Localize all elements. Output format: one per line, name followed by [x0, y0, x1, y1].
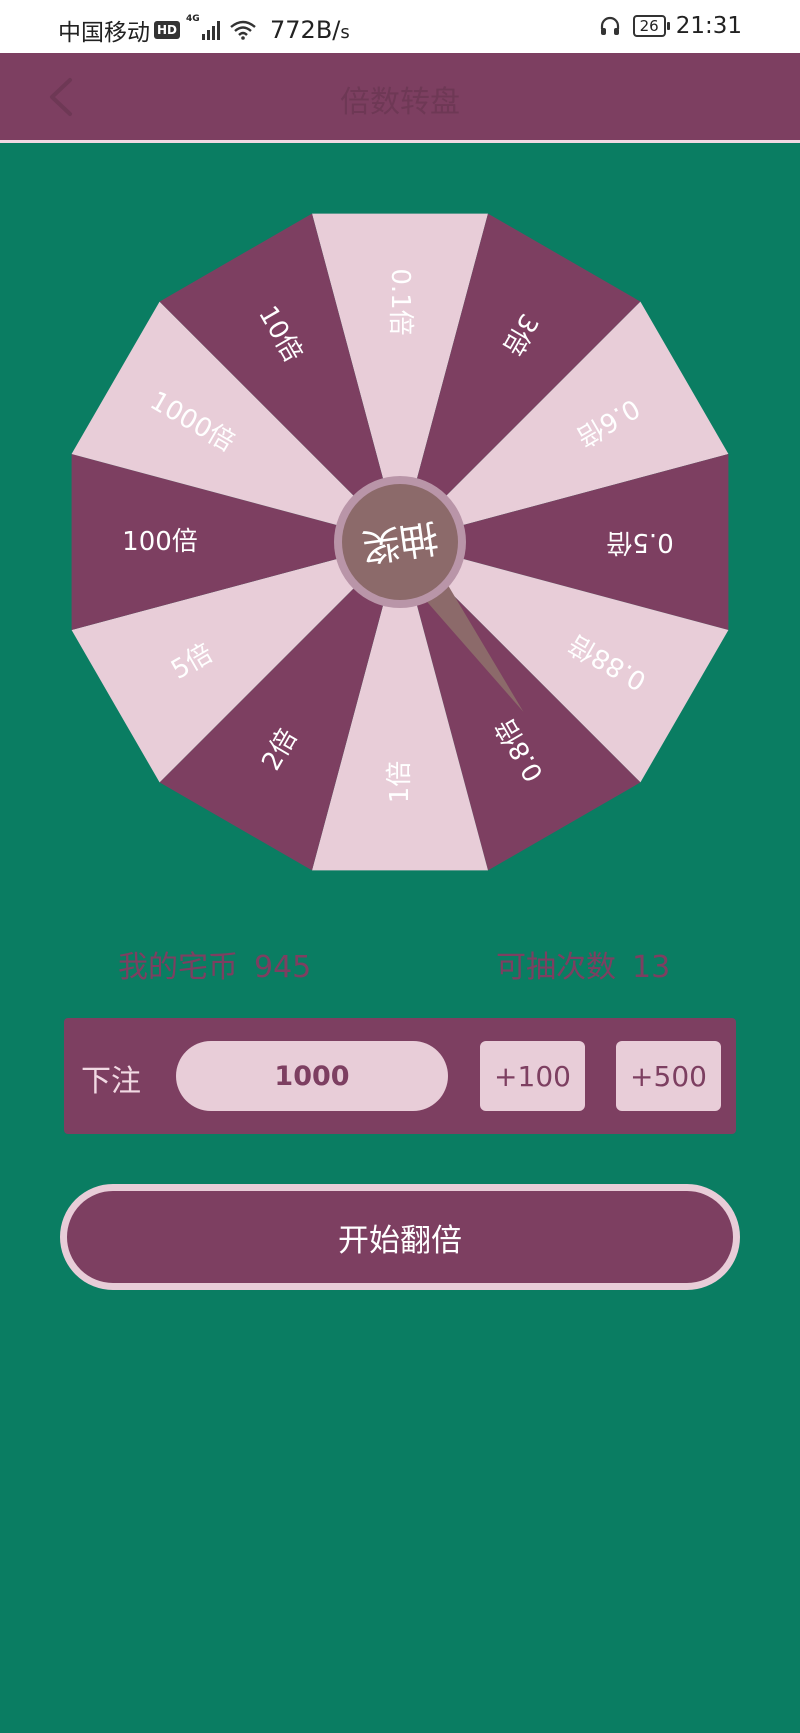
bet-label: 下注	[81, 1064, 141, 1099]
wheel-segment-label: 0.1倍	[385, 268, 415, 335]
carrier-name: 中国移动	[58, 20, 150, 46]
wheel-segment-label: 1倍	[385, 761, 415, 804]
draws-info: 可抽次数 13	[496, 942, 670, 986]
bet-amount-input[interactable]	[176, 1041, 448, 1111]
signal-icon: 4G	[186, 14, 221, 40]
battery-icon: 26	[632, 15, 670, 37]
title-bar: 倍数转盘	[0, 53, 800, 143]
draws-value: 13	[632, 950, 671, 985]
wheel-segment-label: 0.5倍	[606, 527, 673, 557]
status-right: 26 21:31	[599, 13, 742, 39]
wifi-icon	[230, 20, 256, 40]
add-500-button[interactable]: +500	[616, 1041, 721, 1111]
add-100-button[interactable]: +100	[480, 1041, 585, 1111]
page-title: 倍数转盘	[340, 85, 460, 120]
wheel-graphic: 0.1倍 3倍0.6倍0.5倍0.88倍0.8倍1倍2倍5倍100倍1000倍10…	[71, 213, 729, 871]
bet-panel: 下注 +100 +500	[64, 1018, 736, 1134]
status-bar: 中国移动 HD 4G 772B/s 26 21:31	[0, 0, 800, 53]
draws-label: 可抽次数	[496, 950, 616, 985]
network-type: 4G	[186, 14, 200, 24]
prize-wheel: 0.1倍 3倍 0.6倍 0.5倍 0.88倍 0.8倍 1倍 2倍 5倍 100倍 1000倍 10…	[60, 205, 740, 885]
network-speed: 772B/s	[270, 16, 350, 44]
coins-info: 我的宅币 945	[118, 942, 311, 986]
wheel-segment-label: 100倍	[122, 527, 198, 557]
headset-icon	[600, 16, 619, 35]
hd-icon: HD	[154, 21, 181, 39]
clock: 21:31	[675, 13, 742, 39]
coins-value: 945	[254, 950, 312, 985]
start-double-button[interactable]: 开始翻倍	[60, 1184, 740, 1290]
status-left: 中国移动 HD 4G 772B/s	[58, 13, 350, 47]
coins-label: 我的宅币	[118, 950, 238, 985]
